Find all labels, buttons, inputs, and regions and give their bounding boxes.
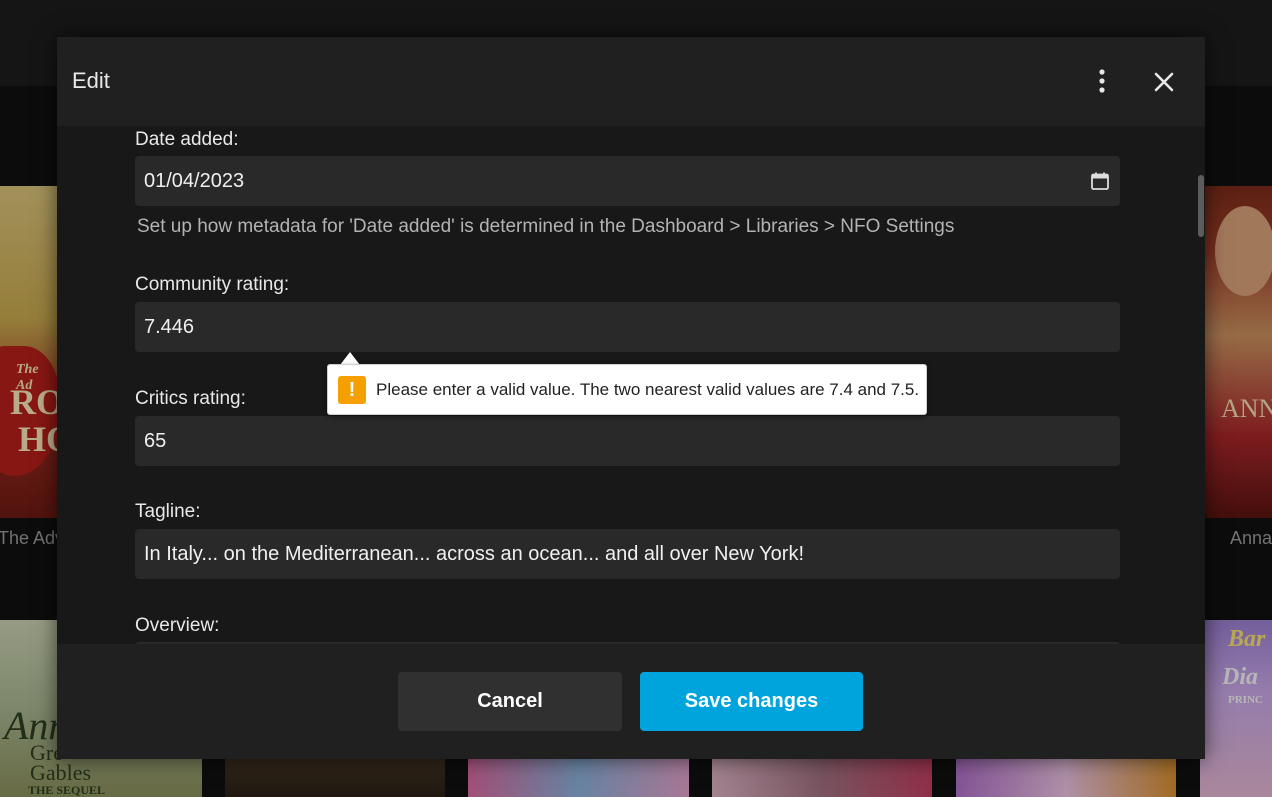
date-added-help-text: Set up how metadata for 'Date added' is … [137, 216, 955, 237]
tagline-value: In Italy... on the Mediterranean... acro… [144, 542, 804, 565]
more-vertical-icon [1099, 69, 1105, 93]
calendar-icon[interactable] [1090, 171, 1110, 191]
critics-rating-label: Critics rating: [135, 388, 246, 409]
dialog-footer: Cancel Save changes [57, 644, 1205, 759]
close-icon [1154, 72, 1174, 92]
warning-icon: ! [338, 376, 366, 404]
date-added-input[interactable]: 01/04/2023 [135, 156, 1120, 206]
more-options-button[interactable] [1088, 65, 1116, 97]
tagline-label: Tagline: [135, 501, 201, 522]
critics-rating-input[interactable]: 65 [135, 416, 1120, 466]
date-added-value: 01/04/2023 [144, 169, 245, 192]
dialog-header: Edit [57, 37, 1205, 126]
validation-message: Please enter a valid value. The two near… [376, 380, 920, 399]
community-rating-label: Community rating: [135, 274, 290, 295]
close-button[interactable] [1149, 67, 1179, 97]
dialog-scrollbar-thumb[interactable] [1198, 175, 1204, 237]
community-rating-value: 7.446 [144, 315, 195, 338]
community-rating-input[interactable]: 7.446 [135, 302, 1120, 352]
cancel-button[interactable]: Cancel [398, 672, 622, 731]
save-changes-button[interactable]: Save changes [640, 672, 863, 731]
dialog-title: Edit [72, 68, 110, 93]
date-added-label: Date added: [135, 129, 239, 150]
validation-tooltip: ! Please enter a valid value. The two ne… [327, 364, 927, 415]
tagline-input[interactable]: In Italy... on the Mediterranean... acro… [135, 529, 1120, 579]
overview-label: Overview: [135, 615, 220, 636]
critics-rating-value: 65 [144, 429, 167, 452]
